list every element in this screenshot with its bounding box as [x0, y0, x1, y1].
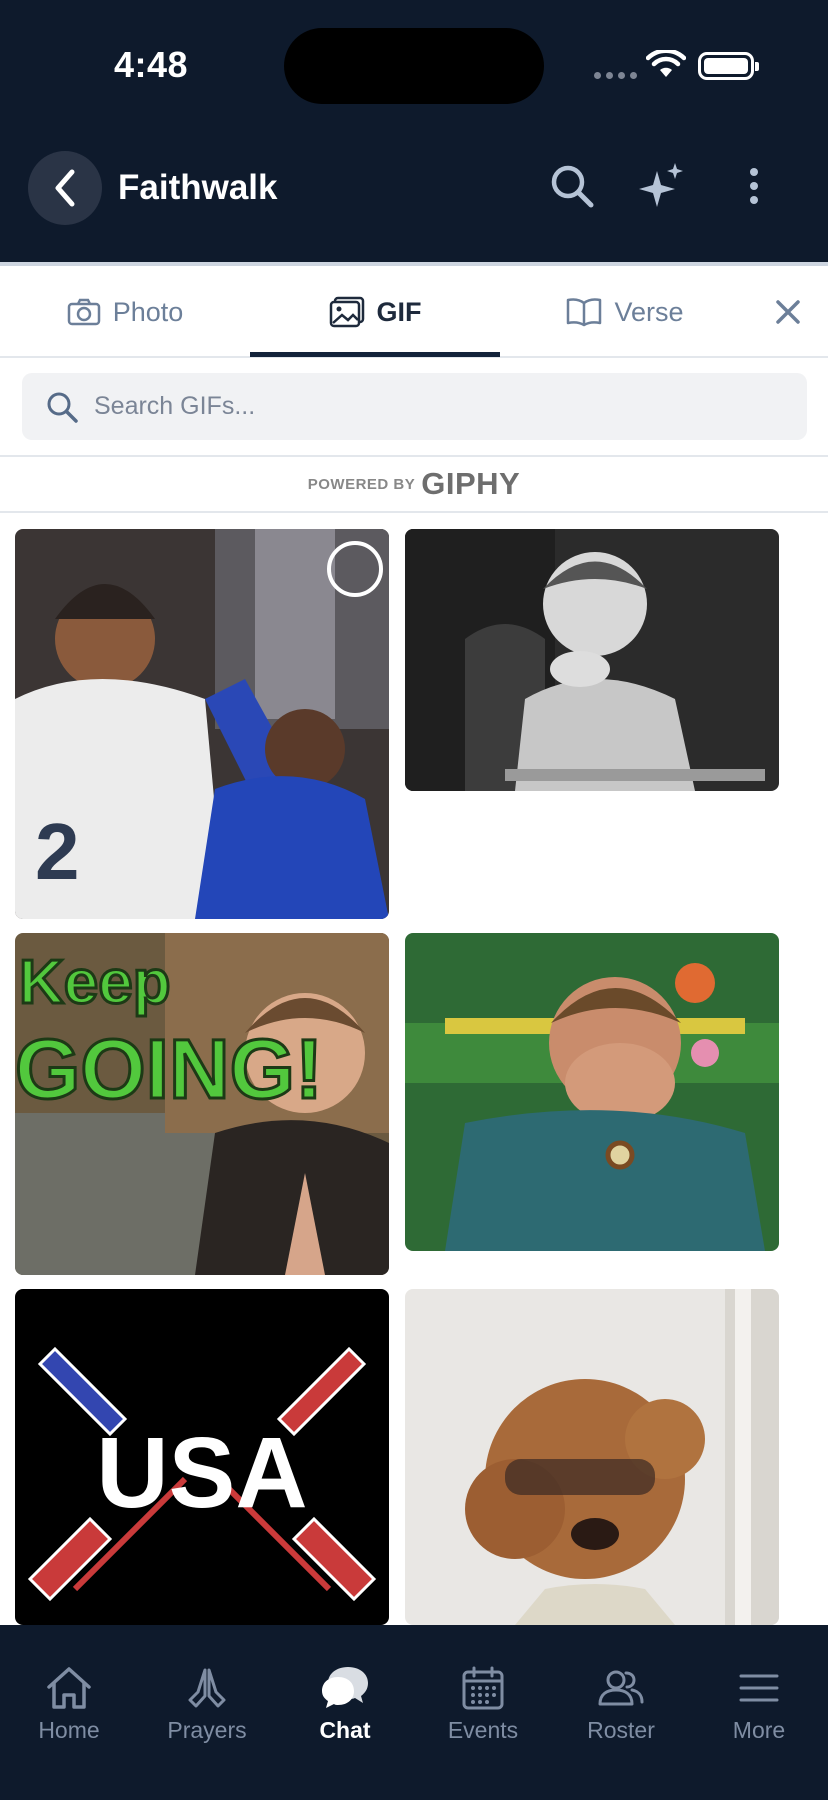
nav-home[interactable]: Home: [0, 1665, 138, 1744]
attachment-tabs: Photo GIF Verse: [0, 262, 828, 358]
gif-usa: USA: [15, 1289, 389, 1625]
nav-prayers[interactable]: Prayers: [138, 1665, 276, 1744]
gif-caption-going: GOING!: [15, 1022, 323, 1116]
giphy-logo: GIPHY: [421, 466, 521, 501]
nav-roster[interactable]: Roster: [552, 1665, 690, 1744]
close-icon: [776, 300, 800, 324]
tab-verse-label: Verse: [614, 296, 684, 327]
gif-result-6[interactable]: [405, 1289, 779, 1625]
nav-events-label: Events: [447, 1717, 519, 1743]
nav-more-label: More: [732, 1717, 786, 1743]
gif-celebrating-fans: 2: [15, 529, 389, 919]
book-icon: [567, 298, 602, 327]
back-button[interactable]: [28, 151, 102, 225]
camera-icon: [67, 298, 100, 326]
gif-search-input[interactable]: [94, 392, 734, 421]
page-title: Faithwalk: [118, 168, 278, 207]
tab-photo-label: Photo: [112, 296, 184, 327]
vertical-ellipsis-icon: [750, 168, 758, 204]
nav-chat[interactable]: Chat: [276, 1665, 414, 1744]
battery-icon: [698, 52, 759, 80]
gif-thinking-boy: [405, 529, 779, 791]
active-tab-indicator: [250, 352, 500, 357]
dynamic-island: [284, 28, 544, 104]
nav-events[interactable]: Events: [414, 1665, 552, 1744]
chat-bubble-icon: [322, 1667, 368, 1708]
home-icon: [47, 1667, 91, 1709]
gif-result-2[interactable]: [405, 529, 779, 791]
gif-search-bar[interactable]: [22, 373, 807, 440]
close-button[interactable]: [766, 286, 810, 338]
nav-roster-label: Roster: [587, 1717, 655, 1743]
wifi-icon: [646, 50, 686, 77]
nav-prayers-label: Prayers: [167, 1717, 247, 1743]
tab-gif-label: GIF: [376, 296, 422, 327]
gif-dog-waving: [405, 1289, 779, 1625]
menu-icon: [739, 1674, 779, 1702]
status-time: 4:48: [114, 44, 189, 85]
calendar-icon: [462, 1666, 504, 1710]
powered-by-label: POWERED BY: [307, 475, 416, 493]
gif-result-3[interactable]: Keep GOING!: [15, 933, 389, 1275]
bottom-navigation: Home Prayers Chat Events Roster More: [0, 1625, 828, 1800]
nav-more[interactable]: More: [690, 1665, 828, 1744]
people-icon: [598, 1670, 644, 1706]
chevron-left-icon: [55, 169, 75, 207]
image-icon: [329, 296, 364, 328]
ai-sparkle-button[interactable]: [636, 160, 688, 212]
tab-photo[interactable]: Photo: [0, 266, 250, 358]
app-header: 4:48 Faithwalk: [0, 0, 828, 262]
search-button[interactable]: [546, 160, 598, 212]
gif-laughing-man: [405, 933, 779, 1251]
gif-result-4[interactable]: [405, 933, 779, 1251]
gif-keep-going: Keep GOING!: [15, 933, 389, 1275]
more-options-button[interactable]: [728, 160, 780, 212]
search-icon: [551, 165, 594, 208]
nav-home-label: Home: [38, 1717, 100, 1743]
gif-caption-keep: Keep: [19, 948, 171, 1017]
cellular-signal-icon: [594, 72, 637, 79]
gif-result-5[interactable]: USA: [15, 1289, 389, 1625]
gif-caption-usa: USA: [96, 1417, 307, 1529]
praying-hands-icon: [188, 1668, 226, 1708]
tab-verse[interactable]: Verse: [500, 266, 750, 358]
sparkle-icon: [639, 163, 683, 207]
search-icon: [47, 392, 78, 423]
giphy-attribution: POWERED BY GIPHY: [0, 455, 828, 513]
svg-text:2: 2: [35, 807, 80, 896]
nav-chat-label: Chat: [319, 1717, 371, 1743]
tab-gif[interactable]: GIF: [250, 266, 500, 358]
gif-result-1[interactable]: 2: [15, 529, 389, 919]
